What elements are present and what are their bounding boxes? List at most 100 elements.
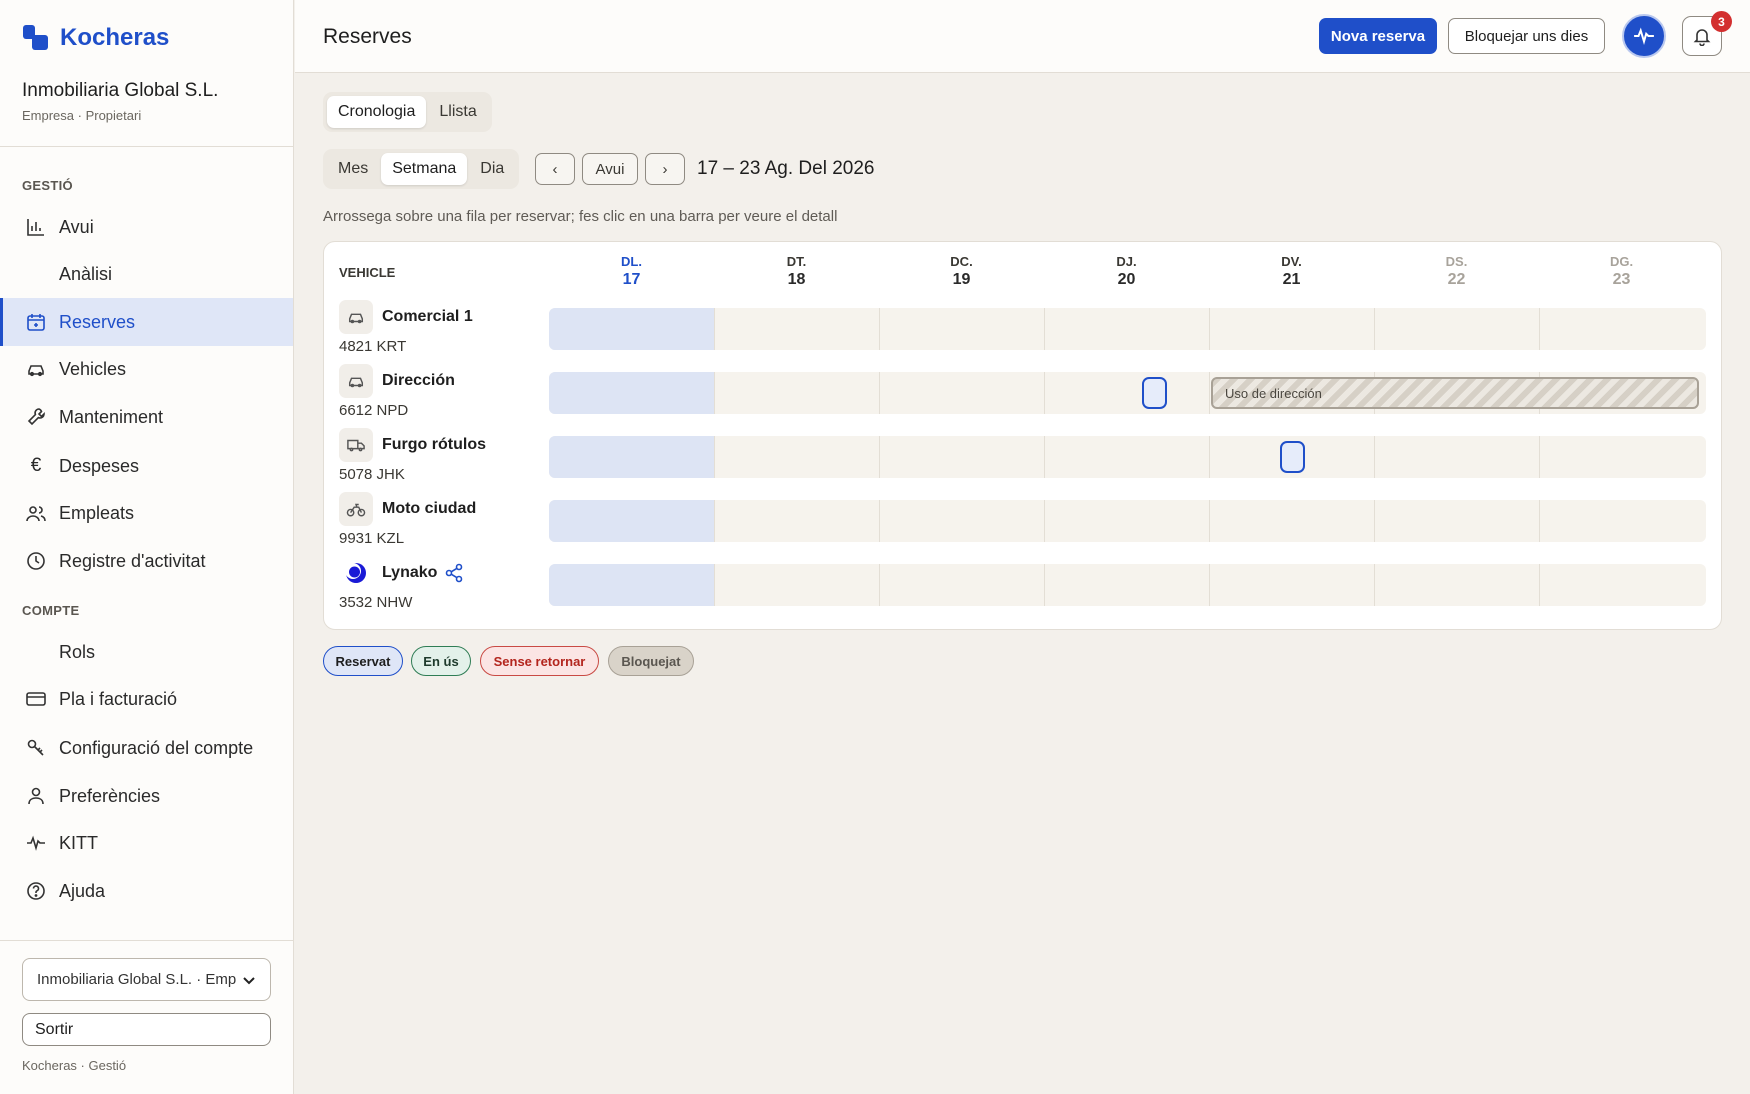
sidebar-item-analisi[interactable]: Anàlisi xyxy=(0,250,293,298)
legend-reserved: Reservat xyxy=(323,646,403,676)
sidebar-item-label: Configuració del compte xyxy=(59,737,254,758)
blocked-period-bar[interactable]: Uso de dirección xyxy=(1211,377,1699,409)
timeline-track[interactable]: Uso de dirección xyxy=(549,372,1706,414)
day-name: DV. xyxy=(1281,254,1302,269)
block-days-button[interactable]: Bloquejar uns dies xyxy=(1448,18,1605,54)
sidebar-item-registre[interactable]: Registre d'activitat xyxy=(0,537,293,585)
lynako-logo-icon xyxy=(339,556,373,590)
calendar-icon xyxy=(26,312,46,332)
organization-select-value: Inmobiliaria Global S.L. · Empresa xyxy=(37,971,237,988)
chevron-down-icon xyxy=(243,976,255,984)
day-number: 21 xyxy=(1282,271,1301,288)
sidebar-item-label: Pla i facturació xyxy=(59,688,178,709)
sidebar-item-rols[interactable]: Rols xyxy=(0,628,293,676)
previous-week-button[interactable]: ‹ xyxy=(535,153,575,185)
timeline-track[interactable] xyxy=(549,564,1706,606)
range-tabs: Mes Setmana Dia xyxy=(323,149,520,189)
sidebar-item-label: Empleats xyxy=(59,502,135,523)
sidebar-item-preferencies[interactable]: Preferències xyxy=(0,772,293,820)
sidebar-item-label: Manteniment xyxy=(59,406,164,427)
logout-button[interactable]: Sortir xyxy=(22,1013,271,1046)
timeline-track[interactable] xyxy=(549,308,1706,350)
booking-bar[interactable] xyxy=(1280,441,1305,473)
sidebar-item-label: Anàlisi xyxy=(59,263,113,284)
bell-icon xyxy=(1693,29,1711,46)
day-header-mon: DL. 17 xyxy=(549,254,714,289)
car-icon xyxy=(26,359,46,379)
vehicle-row-comercial-1[interactable]: Comercial 1 4821 KRT xyxy=(339,300,539,360)
brand-name: Kocheras xyxy=(60,24,170,51)
sidebar-item-pla-facturacio[interactable]: Pla i facturació xyxy=(0,675,293,723)
vehicle-row-lynako[interactable]: Lynako 3532 NHW xyxy=(339,556,539,616)
day-header-tue: DT. 18 xyxy=(714,254,879,289)
timeline-track[interactable] xyxy=(549,500,1706,542)
notifications-badge: 3 xyxy=(1711,11,1732,32)
tab-list[interactable]: Llista xyxy=(428,96,487,128)
vehicle-name: Comercial 1 xyxy=(382,308,473,325)
car-icon xyxy=(339,300,373,334)
new-booking-button[interactable]: Nova reserva xyxy=(1319,18,1437,54)
tab-day[interactable]: Dia xyxy=(469,153,515,185)
car-icon xyxy=(339,364,373,398)
sidebar-item-configuracio[interactable]: Configuració del compte xyxy=(0,724,293,772)
today-button[interactable]: Avui xyxy=(582,153,638,185)
kocheras-logo-icon xyxy=(23,25,48,50)
share-icon[interactable] xyxy=(444,563,464,583)
sidebar-item-vehicles[interactable]: Vehicles xyxy=(0,345,293,393)
vehicle-row-furgo-rotulos[interactable]: Furgo rótulos 5078 JHK xyxy=(339,428,539,488)
booking-bar[interactable] xyxy=(1142,377,1167,409)
motorbike-icon xyxy=(339,492,373,526)
day-header-thu: DJ. 20 xyxy=(1044,254,1209,289)
sidebar-item-label: Avui xyxy=(59,216,94,237)
sidebar-item-avui[interactable]: Avui xyxy=(0,203,293,251)
vehicle-plate: 3532 NHW xyxy=(339,594,413,611)
sidebar-item-reserves[interactable]: Reserves xyxy=(0,298,293,346)
day-number: 17 xyxy=(622,271,641,288)
vehicle-row-moto-ciudad[interactable]: Moto ciudad 9931 KZL xyxy=(339,492,539,552)
today-cell xyxy=(549,308,714,350)
sidebar: Kocheras Inmobiliaria Global S.L. Empres… xyxy=(0,0,294,1094)
next-week-button[interactable]: › xyxy=(645,153,685,185)
sidebar-item-ajuda[interactable]: Ajuda xyxy=(0,867,293,915)
legend-not-returned: Sense retornar xyxy=(480,646,599,676)
date-range-label: 17 – 23 Ag. Del 2026 xyxy=(697,158,875,179)
today-cell xyxy=(549,372,714,414)
sidebar-divider xyxy=(0,940,294,941)
key-icon xyxy=(26,738,46,758)
day-name: DT. xyxy=(786,254,807,269)
sidebar-item-label: KITT xyxy=(59,832,98,853)
organization-select[interactable]: Inmobiliaria Global S.L. · Empresa xyxy=(22,958,271,1001)
today-cell xyxy=(549,436,714,478)
day-header-sat: DS. 22 xyxy=(1374,254,1539,289)
day-header-sun: DG. 23 xyxy=(1539,254,1704,289)
page-title: Reserves xyxy=(323,25,412,48)
van-icon xyxy=(339,428,373,462)
brand-logo[interactable]: Kocheras xyxy=(22,24,169,52)
sidebar-item-label: Preferències xyxy=(59,785,161,806)
sidebar-item-label: Despeses xyxy=(59,455,140,476)
wrench-icon xyxy=(26,407,46,427)
day-number: 18 xyxy=(787,271,806,288)
sidebar-item-empleats[interactable]: Empleats xyxy=(0,489,293,537)
vehicle-row-direccion[interactable]: Dirección 6612 NPD xyxy=(339,364,539,424)
sidebar-item-kitt[interactable]: KITT xyxy=(0,819,293,867)
tab-month[interactable]: Mes xyxy=(327,153,379,185)
sidebar-item-label: Vehicles xyxy=(59,358,127,379)
org-name: Inmobiliaria Global S.L. xyxy=(22,80,219,101)
day-number: 22 xyxy=(1447,271,1466,288)
tab-week[interactable]: Setmana xyxy=(381,153,468,185)
sidebar-item-despeses[interactable]: € Despeses xyxy=(0,442,293,490)
vehicle-plate: 9931 KZL xyxy=(339,530,405,547)
tab-timeline[interactable]: Cronologia xyxy=(327,96,427,128)
sidebar-item-label: Registre d'activitat xyxy=(59,550,206,571)
kitt-assistant-button[interactable] xyxy=(1622,14,1666,58)
vehicle-name: Lynako xyxy=(382,564,438,581)
timeline-track[interactable] xyxy=(549,436,1706,478)
vehicle-plate: 6612 NPD xyxy=(339,402,409,419)
day-name: DS. xyxy=(1445,254,1468,269)
org-role: Empresa · Propietari xyxy=(22,108,142,123)
sidebar-item-manteniment[interactable]: Manteniment xyxy=(0,393,293,441)
timeline-card: VEHICLE DL. 17 DT. 18 DC. 19 DJ. 20 DV. … xyxy=(323,241,1722,630)
vehicle-name: Moto ciudad xyxy=(382,500,477,517)
legend-in-use: En ús xyxy=(411,646,471,676)
